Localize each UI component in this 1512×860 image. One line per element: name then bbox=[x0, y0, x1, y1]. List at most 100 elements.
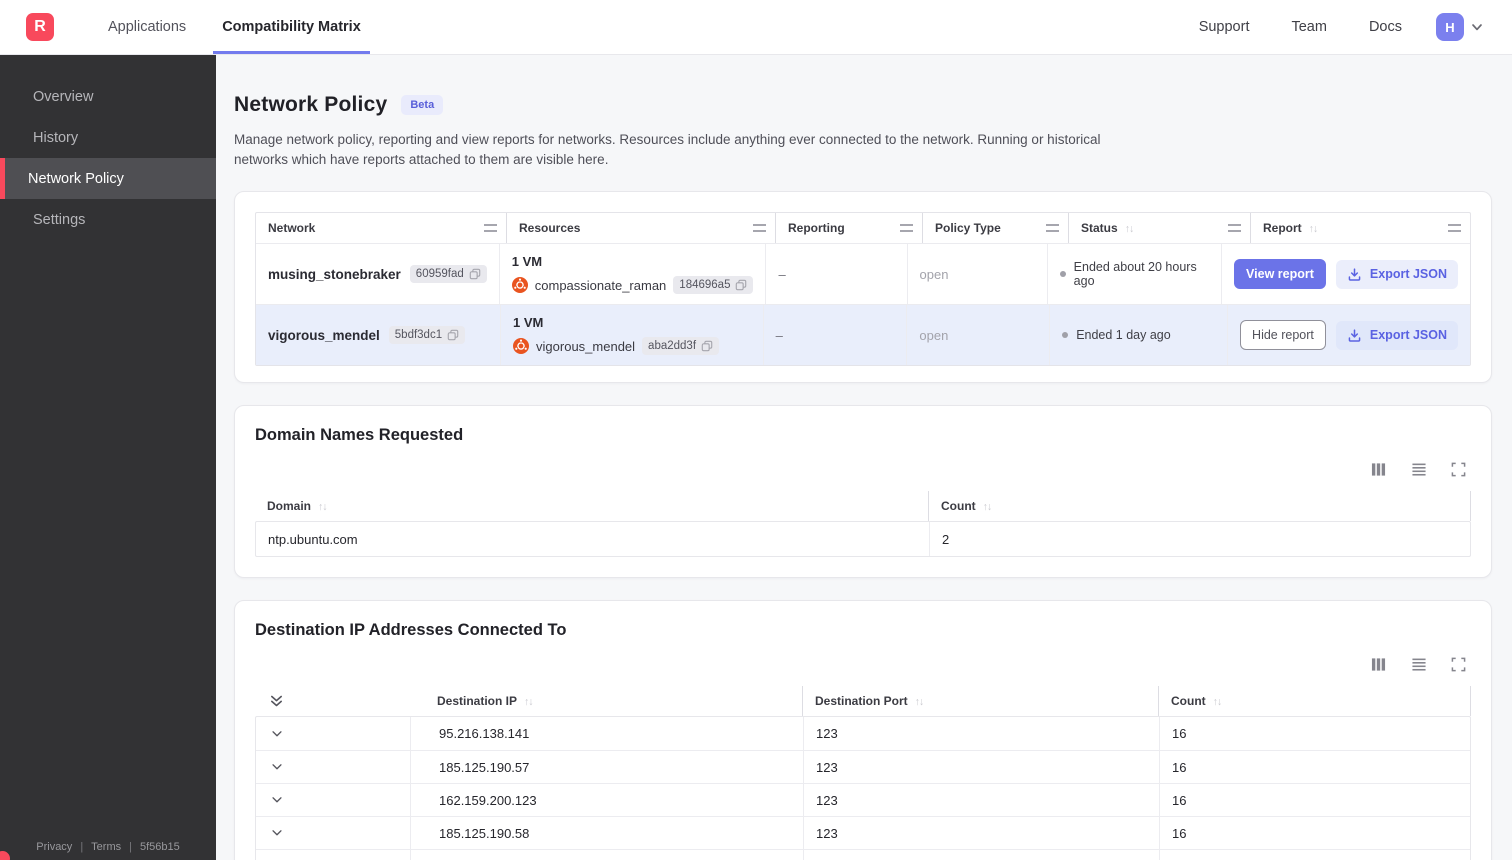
col-label: Destination Port bbox=[815, 694, 908, 709]
row-expander[interactable] bbox=[270, 727, 284, 741]
resource-name[interactable]: compassionate_raman bbox=[535, 278, 667, 293]
rows-density-icon[interactable] bbox=[1410, 656, 1427, 673]
col-header-reporting[interactable]: Reporting bbox=[776, 213, 923, 244]
expand-all-header[interactable] bbox=[255, 686, 409, 716]
columns-icon[interactable] bbox=[1370, 461, 1387, 478]
count-value: 16 bbox=[1159, 817, 1470, 850]
page-title: Network Policy bbox=[234, 93, 388, 116]
column-resize-handle-icon[interactable] bbox=[1046, 224, 1059, 233]
fullscreen-icon[interactable] bbox=[1450, 461, 1467, 478]
count-value: 16 bbox=[1159, 717, 1470, 751]
sidebar: Overview History Network Policy Settings… bbox=[0, 55, 216, 860]
col-header-report[interactable]: Report bbox=[1251, 213, 1470, 243]
domains-table-header: Domain Count bbox=[255, 491, 1471, 522]
column-resize-handle-icon[interactable] bbox=[1448, 224, 1461, 233]
sort-icon[interactable] bbox=[1309, 222, 1318, 235]
nav-link-support[interactable]: Support bbox=[1185, 19, 1264, 35]
export-json-button[interactable]: Export JSON bbox=[1335, 320, 1458, 350]
copy-icon[interactable] bbox=[447, 329, 459, 341]
destination-row: 162.159.200.123 123 16 bbox=[256, 783, 1470, 817]
column-resize-handle-icon[interactable] bbox=[753, 224, 766, 233]
col-header-destination-port[interactable]: Destination Port bbox=[802, 686, 1158, 717]
col-header-destination-ip[interactable]: Destination IP bbox=[409, 686, 802, 716]
col-header-resources[interactable]: Resources bbox=[507, 213, 776, 244]
terms-link[interactable]: Terms bbox=[91, 841, 121, 853]
sort-icon[interactable] bbox=[1125, 222, 1134, 235]
resource-id: aba2dd3f bbox=[648, 340, 697, 353]
row-expander[interactable] bbox=[270, 826, 284, 840]
destination-port-value: 123 bbox=[803, 751, 1159, 784]
top-navbar: R Applications Compatibility Matrix Supp… bbox=[0, 0, 1512, 55]
sidebar-item-settings[interactable]: Settings bbox=[0, 199, 216, 240]
status-text: Ended 1 day ago bbox=[1076, 328, 1171, 343]
destinations-table: Destination IP Destination Port Count bbox=[255, 686, 1471, 860]
sidebar-item-network-policy[interactable]: Network Policy bbox=[0, 158, 216, 199]
fullscreen-icon[interactable] bbox=[1450, 656, 1467, 673]
row-expander[interactable] bbox=[270, 793, 284, 807]
hide-report-button[interactable]: Hide report bbox=[1240, 320, 1326, 351]
sort-icon[interactable] bbox=[1213, 695, 1222, 708]
nav-link-team[interactable]: Team bbox=[1277, 19, 1340, 35]
col-header-status[interactable]: Status bbox=[1069, 213, 1251, 244]
col-header-policy-type[interactable]: Policy Type bbox=[923, 213, 1069, 244]
sidebar-item-history[interactable]: History bbox=[0, 117, 216, 158]
destination-port-value: 123 bbox=[803, 784, 1159, 817]
col-label: Network bbox=[268, 221, 316, 236]
count-value: 16 bbox=[1159, 850, 1470, 860]
count-value: 16 bbox=[1159, 784, 1470, 817]
network-name: musing_stonebraker bbox=[268, 266, 401, 282]
col-header-domain[interactable]: Domain bbox=[255, 491, 928, 521]
reporting-value: – bbox=[778, 266, 786, 282]
destination-ip-value: 95.216.100.21 bbox=[410, 850, 803, 860]
export-json-label: Export JSON bbox=[1369, 328, 1447, 343]
sort-icon[interactable] bbox=[524, 695, 533, 708]
copy-icon[interactable] bbox=[469, 268, 481, 280]
column-resize-handle-icon[interactable] bbox=[1228, 224, 1241, 233]
avatar[interactable]: H bbox=[1436, 13, 1464, 41]
columns-icon[interactable] bbox=[1370, 656, 1387, 673]
resource-id-badge[interactable]: 184696a5 bbox=[673, 276, 754, 295]
sort-icon[interactable] bbox=[983, 500, 992, 513]
sort-icon[interactable] bbox=[318, 500, 327, 513]
network-id-badge[interactable]: 5bdf3dc1 bbox=[388, 326, 466, 345]
copy-icon[interactable] bbox=[701, 340, 713, 352]
col-header-network[interactable]: Network bbox=[256, 213, 507, 244]
divider: | bbox=[129, 841, 132, 853]
destinations-table-header: Destination IP Destination Port Count bbox=[255, 686, 1471, 717]
col-header-count[interactable]: Count bbox=[1158, 686, 1471, 717]
app-logo[interactable]: R bbox=[26, 13, 54, 41]
column-resize-handle-icon[interactable] bbox=[484, 224, 497, 233]
resource-name[interactable]: vigorous_mendel bbox=[536, 339, 635, 354]
export-json-button[interactable]: Export JSON bbox=[1335, 259, 1459, 289]
destination-row: 95.216.100.21 123 16 bbox=[256, 849, 1470, 860]
row-expander[interactable] bbox=[270, 760, 284, 774]
download-icon bbox=[1348, 328, 1361, 342]
col-label: Reporting bbox=[788, 221, 845, 236]
destination-port-value: 123 bbox=[803, 817, 1159, 850]
destination-row: 185.125.190.57 123 16 bbox=[256, 750, 1470, 784]
nav-link-docs[interactable]: Docs bbox=[1355, 19, 1416, 35]
rows-density-icon[interactable] bbox=[1410, 461, 1427, 478]
ubuntu-icon bbox=[511, 277, 528, 294]
policy-type-value: open bbox=[919, 327, 949, 343]
privacy-link[interactable]: Privacy bbox=[36, 841, 72, 853]
reporting-value: – bbox=[775, 327, 783, 343]
policy-type-value: open bbox=[919, 266, 949, 282]
resource-summary: 1 VM bbox=[513, 315, 544, 331]
sort-icon[interactable] bbox=[915, 695, 924, 708]
user-menu[interactable]: H bbox=[1436, 13, 1484, 41]
destination-row: 95.216.138.141 123 16 bbox=[256, 717, 1470, 751]
copy-icon[interactable] bbox=[735, 279, 747, 291]
chevron-down-icon bbox=[272, 730, 282, 737]
double-chevron-down-icon[interactable] bbox=[269, 693, 284, 709]
resource-id-badge[interactable]: aba2dd3f bbox=[642, 337, 720, 356]
navbar-right: Support Team Docs H bbox=[1185, 0, 1512, 54]
column-resize-handle-icon[interactable] bbox=[900, 224, 913, 233]
col-header-count[interactable]: Count bbox=[928, 491, 1471, 522]
export-json-label: Export JSON bbox=[1369, 267, 1448, 282]
network-id-badge[interactable]: 60959fad bbox=[409, 265, 487, 284]
tab-applications[interactable]: Applications bbox=[99, 0, 195, 54]
tab-compatibility-matrix[interactable]: Compatibility Matrix bbox=[213, 0, 370, 54]
view-report-button[interactable]: View report bbox=[1234, 259, 1326, 290]
sidebar-item-overview[interactable]: Overview bbox=[0, 76, 216, 117]
